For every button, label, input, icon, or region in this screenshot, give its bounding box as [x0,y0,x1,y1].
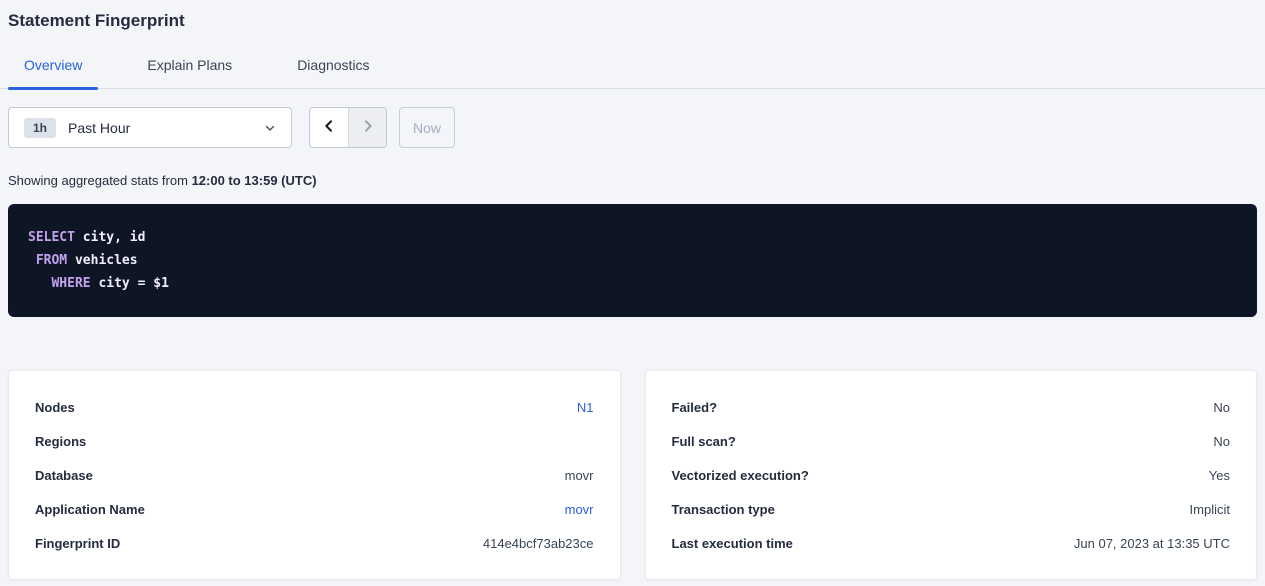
row-label: Last execution time [672,536,793,551]
tab-bar: Overview Explain Plans Diagnostics [0,55,1265,89]
stats-summary-prefix: Showing aggregated stats from [8,173,192,188]
card-row-fingerprint-id: Fingerprint ID 414e4bcf73ab23ce [35,526,594,560]
time-picker-row: 1h Past Hour Now [8,107,1257,148]
tab-diagnostics[interactable]: Diagnostics [281,55,385,88]
card-row-last-execution-time: Last execution time Jun 07, 2023 at 13:3… [672,526,1231,560]
chevron-right-icon [360,118,376,137]
chevron-down-icon [264,122,276,134]
tab-explain-plans[interactable]: Explain Plans [131,55,248,88]
page-title: Statement Fingerprint [8,9,1257,33]
row-value: Implicit [1190,502,1230,517]
card-row-application-name: Application Name movr [35,492,594,526]
sql-keyword: WHERE [51,276,90,291]
stats-summary-range: 12:00 to 13:59 (UTC) [192,173,317,188]
statement-details-card: Nodes N1 Regions Database movr Applicati… [8,370,621,580]
row-label: Fingerprint ID [35,536,120,551]
time-range-label: Past Hour [68,120,130,136]
card-row-transaction-type: Transaction type Implicit [672,492,1231,526]
sql-line: FROM vehicles [28,249,1237,272]
now-button[interactable]: Now [399,107,455,148]
execution-attributes-card: Failed? No Full scan? No Vectorized exec… [645,370,1258,580]
aggregated-stats-summary: Showing aggregated stats from 12:00 to 1… [8,173,1257,188]
sql-line: WHERE city = $1 [28,272,1237,295]
row-value: Yes [1209,468,1230,483]
nodes-link[interactable]: N1 [577,400,594,415]
card-row-regions: Regions [35,424,594,458]
time-interval-arrows [309,107,387,148]
prev-interval-button[interactable] [310,108,348,147]
card-row-failed: Failed? No [672,390,1231,424]
time-range-badge: 1h [24,118,56,138]
sql-keyword: SELECT [28,230,75,245]
card-row-nodes: Nodes N1 [35,390,594,424]
chevron-left-icon [321,118,337,137]
application-name-link[interactable]: movr [565,502,594,517]
row-label: Vectorized execution? [672,468,809,483]
card-row-database: Database movr [35,458,594,492]
row-label: Transaction type [672,502,775,517]
sql-keyword: FROM [36,253,67,268]
card-row-full-scan: Full scan? No [672,424,1231,458]
tab-overview[interactable]: Overview [8,55,98,88]
row-label: Regions [35,434,86,449]
next-interval-button[interactable] [348,108,386,147]
row-label: Nodes [35,400,75,415]
row-label: Full scan? [672,434,736,449]
row-label: Application Name [35,502,145,517]
card-row-vectorized-execution: Vectorized execution? Yes [672,458,1231,492]
time-range-dropdown[interactable]: 1h Past Hour [8,107,292,148]
sql-statement-block: SELECT city, id FROM vehicles WHERE city… [8,204,1257,317]
row-value: 414e4bcf73ab23ce [483,536,594,551]
row-value: No [1213,400,1230,415]
row-value: Jun 07, 2023 at 13:35 UTC [1074,536,1230,551]
sql-line: SELECT city, id [28,226,1237,249]
row-label: Database [35,468,93,483]
row-value: movr [565,468,594,483]
summary-cards: Nodes N1 Regions Database movr Applicati… [8,370,1257,580]
row-label: Failed? [672,400,718,415]
row-value: No [1213,434,1230,449]
